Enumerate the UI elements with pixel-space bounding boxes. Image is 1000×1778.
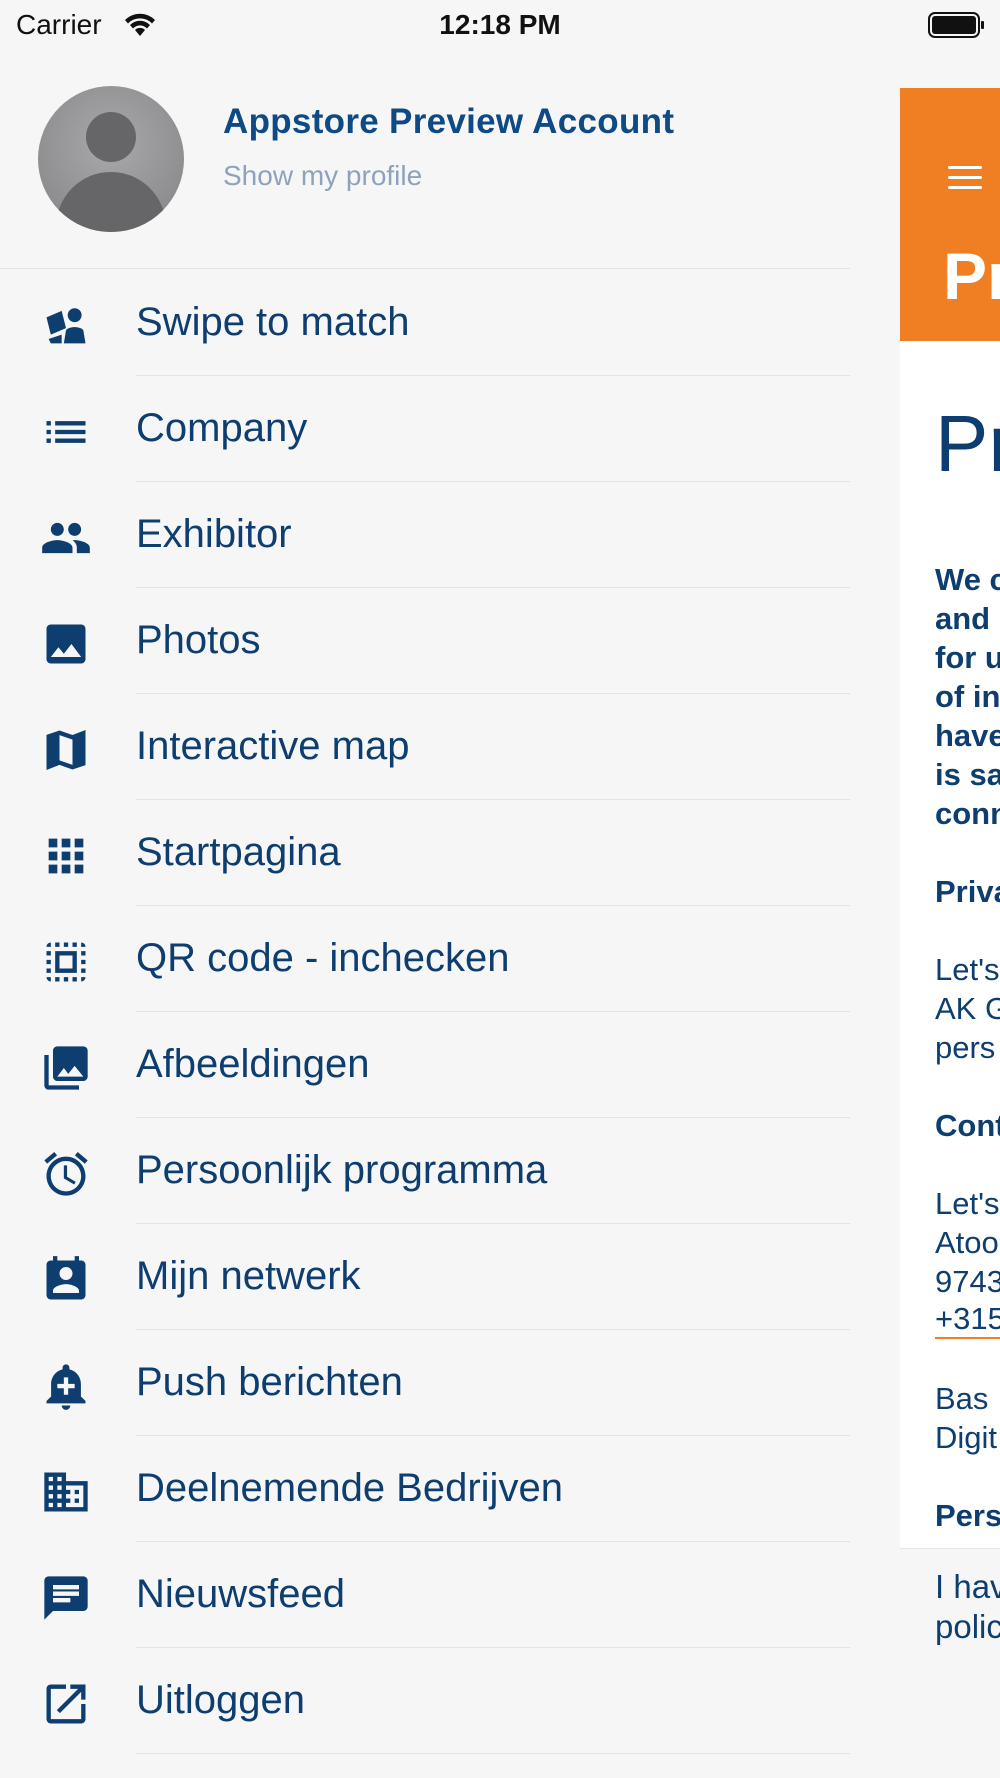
- divider: [0, 268, 850, 269]
- navigation-drawer: Appstore Preview Account Show my profile…: [0, 0, 880, 1778]
- hamburger-menu-icon[interactable]: [948, 166, 982, 196]
- menu-item-company[interactable]: Company: [0, 376, 880, 482]
- menu-item-label: Persoonlijk programma: [136, 1148, 548, 1192]
- intro-line: have: [935, 718, 1000, 753]
- body-line: Bas: [935, 1381, 989, 1416]
- qr-scan-icon: [40, 936, 96, 984]
- intro-line: and: [935, 601, 991, 636]
- avatar[interactable]: [38, 86, 184, 232]
- image-icon: [40, 618, 96, 666]
- map-icon: [40, 724, 96, 772]
- menu-item-label: QR code - inchecken: [136, 936, 510, 980]
- alarm-icon: [40, 1148, 96, 1196]
- intro-line: for u: [935, 640, 1000, 675]
- page-header-title: Pr: [943, 239, 1000, 313]
- message-icon: [40, 1572, 96, 1620]
- body-line: pers: [935, 1030, 996, 1065]
- menu-item-qr-code[interactable]: QR code - inchecken: [0, 906, 880, 1012]
- menu-item-exhibitor[interactable]: Exhibitor: [0, 482, 880, 588]
- menu-item-label: Interactive map: [136, 724, 410, 768]
- menu-item-label: Deelnemende Bedrijven: [136, 1466, 563, 1510]
- background-page[interactable]: Pr Pr We c and for u of in have is sa co…: [900, 88, 1000, 1688]
- menu-item-startpagina[interactable]: Startpagina: [0, 800, 880, 906]
- menu-item-push-berichten[interactable]: Push berichten: [0, 1330, 880, 1436]
- profile-name: Appstore Preview Account: [223, 102, 675, 141]
- contact-card-icon: [40, 1254, 96, 1302]
- menu-item-photos[interactable]: Photos: [0, 588, 880, 694]
- show-profile-link[interactable]: Show my profile: [223, 160, 422, 192]
- body-line: Let's: [935, 1186, 1000, 1221]
- people-icon: [40, 512, 96, 560]
- menu-item-afbeeldingen[interactable]: Afbeeldingen: [0, 1012, 880, 1118]
- intro-line: is sa: [935, 757, 1000, 792]
- menu-item-label: Photos: [136, 618, 261, 662]
- bell-add-icon: [40, 1360, 96, 1410]
- menu-item-uitloggen[interactable]: Uitloggen: [0, 1648, 880, 1754]
- open-external-icon: [40, 1678, 96, 1726]
- menu-item-label: Push berichten: [136, 1360, 403, 1404]
- section-heading: Priva: [935, 874, 1000, 909]
- menu-item-label: Startpagina: [136, 830, 341, 874]
- consent-text: polic: [935, 1608, 1000, 1645]
- menu-item-label: Swipe to match: [136, 300, 410, 344]
- battery-icon: [928, 12, 984, 38]
- menu-list: Swipe to match Company Exhibitor Photos: [0, 270, 880, 1754]
- menu-item-label: Nieuwsfeed: [136, 1572, 346, 1616]
- grid-icon: [40, 830, 96, 878]
- menu-item-interactive-map[interactable]: Interactive map: [0, 694, 880, 800]
- menu-item-label: Exhibitor: [136, 512, 292, 556]
- section-heading: Pers: [935, 1498, 1000, 1533]
- body-line: 9743: [935, 1264, 1000, 1299]
- body-line: Let's: [935, 952, 1000, 987]
- menu-item-label: Uitloggen: [136, 1678, 306, 1722]
- body-line: AK G: [935, 991, 1000, 1026]
- swipe-match-icon: [40, 300, 96, 348]
- menu-item-swipe-to-match[interactable]: Swipe to match: [0, 270, 880, 376]
- body-line: Atoo: [935, 1225, 999, 1260]
- page-heading: Pr: [935, 399, 1000, 488]
- building-icon: [40, 1466, 96, 1514]
- section-heading: Cont: [935, 1108, 1000, 1143]
- phone-link[interactable]: +315: [935, 1301, 1000, 1339]
- profile-header[interactable]: Appstore Preview Account Show my profile: [0, 50, 880, 268]
- list-icon: [40, 406, 96, 454]
- menu-item-nieuwsfeed[interactable]: Nieuwsfeed: [0, 1542, 880, 1648]
- intro-line: of in: [935, 679, 1000, 714]
- body-line: Digit: [935, 1420, 998, 1455]
- menu-item-label: Afbeeldingen: [136, 1042, 370, 1086]
- page-header: Pr: [900, 88, 1000, 341]
- menu-item-persoonlijk-programma[interactable]: Persoonlijk programma: [0, 1118, 880, 1224]
- consent-text: I hav: [935, 1568, 1000, 1605]
- photo-library-icon: [40, 1042, 96, 1090]
- consent-footer[interactable]: I hav polic: [900, 1548, 1000, 1688]
- menu-item-label: Mijn netwerk: [136, 1254, 361, 1298]
- menu-item-deelnemende-bedrijven[interactable]: Deelnemende Bedrijven: [0, 1436, 880, 1542]
- intro-line: conn: [935, 796, 1000, 831]
- menu-item-mijn-netwerk[interactable]: Mijn netwerk: [0, 1224, 880, 1330]
- menu-item-label: Company: [136, 406, 308, 450]
- intro-line: We c: [935, 562, 1000, 597]
